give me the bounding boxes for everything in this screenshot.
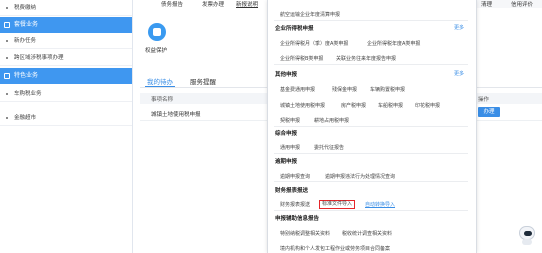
menu-section-title: 综合申报: [275, 131, 298, 137]
tab-divider: [140, 87, 267, 88]
menu-section-title: 申报辅助信息报告: [275, 216, 320, 222]
bullet-icon: [6, 40, 8, 42]
menu-item[interactable]: 企业所得税月（季）度A类申报: [280, 40, 348, 47]
grid-icon: [4, 22, 10, 28]
menu-item[interactable]: 通用申报: [280, 144, 300, 151]
sidebar-item-label: 车购税业务: [14, 91, 42, 97]
menu-divider: [274, 153, 468, 154]
sidebar-item-label: 跨区域涉税事项办理: [14, 55, 64, 61]
table-row-divider: [140, 120, 267, 121]
menu-item[interactable]: 企业所得税年度A类申报: [367, 40, 420, 47]
menu-item[interactable]: 残保金申报: [332, 86, 357, 93]
menu-section-title: 逾期申报: [275, 159, 298, 165]
robot-face: [524, 231, 532, 236]
sidebar: 税费缴纳 套餐业务 新办任务 跨区域涉税事项办理 特色业务 车购税业务 金融超市: [0, 0, 133, 253]
menu-item-standard-file-import[interactable]: 标准文件导入: [319, 200, 356, 209]
robot-body: [522, 239, 532, 245]
menu-divider: [274, 210, 468, 211]
tab-divider: [475, 87, 542, 88]
menu-section-title: 企业所得税申报: [275, 26, 314, 32]
sidebar-item-cross-region[interactable]: 跨区域涉税事项办理: [0, 50, 132, 66]
menu-item[interactable]: 印花税申报: [415, 102, 440, 109]
menu-section-title: 财务报表报送: [275, 188, 309, 194]
menu-item[interactable]: 税收统计调查相关资料: [342, 230, 392, 237]
column-header-name: 事项名称: [151, 97, 174, 103]
menu-item[interactable]: 关联业务往来年度报告申报: [336, 55, 396, 62]
top-link-credit[interactable]: 信用评价: [511, 0, 533, 8]
sidebar-item-label: 税费缴纳: [14, 5, 37, 11]
top-tab-invoice[interactable]: 发票办理: [202, 0, 224, 8]
sidebar-group-label: 套餐业务: [14, 21, 39, 28]
menu-item-auto-convert-import[interactable]: 自动转换导入: [365, 201, 395, 208]
menu-item[interactable]: 城镇土地使用税申报: [280, 102, 325, 109]
menu-more-link[interactable]: 更多: [454, 70, 464, 77]
service-card-label[interactable]: 权益保护: [145, 46, 167, 54]
menu-divider: [274, 64, 468, 65]
table-row-divider: [475, 120, 542, 121]
grid-icon: [4, 73, 10, 79]
sidebar-item-tax-payment[interactable]: 税费缴纳: [0, 0, 132, 16]
filing-menu-panel: 航空运输企业年度清算申报 企业所得税申报 更多 企业所得税月（季）度A类申报 企…: [267, 0, 477, 253]
menu-divider: [274, 126, 468, 127]
menu-divider: [274, 20, 468, 21]
menu-item[interactable]: 逾期申报违法行为处理情况查询: [325, 173, 395, 180]
sidebar-group-package[interactable]: 套餐业务: [0, 17, 132, 33]
menu-item[interactable]: 房产税申报: [341, 102, 366, 109]
menu-item[interactable]: 车船税申报: [378, 102, 403, 109]
sidebar-item-finance-market[interactable]: 金融超市: [0, 110, 132, 126]
menu-item[interactable]: 基金费通用申报: [280, 86, 315, 93]
shield-icon[interactable]: [148, 23, 166, 41]
column-header-action: 操作: [478, 97, 490, 103]
tab-service-reminder[interactable]: 服务提醒: [190, 76, 216, 86]
menu-item[interactable]: 企业所得税B类申报: [280, 55, 323, 62]
sidebar-item-label: 金融超市: [14, 115, 37, 121]
menu-item[interactable]: 逾期申报查询: [280, 173, 310, 180]
bullet-icon: [6, 57, 8, 59]
assistant-robot-icon[interactable]: [518, 226, 536, 246]
top-tab-debt-report[interactable]: 债务报告: [161, 0, 183, 8]
menu-divider: [274, 181, 468, 182]
bullet-icon: [6, 7, 8, 9]
table-cell-name: 城镇土地使用税申报: [151, 112, 201, 118]
bullet-icon: [6, 93, 8, 95]
menu-more-link[interactable]: 更多: [454, 24, 464, 31]
top-link-cleanup[interactable]: 清理: [481, 0, 492, 8]
tab-my-todo[interactable]: 我的待办: [147, 76, 173, 86]
top-tab-filing-notes[interactable]: 新报说明: [236, 0, 258, 8]
menu-item[interactable]: 委托代征报告: [314, 144, 344, 151]
menu-section-title: 其他申报: [275, 72, 298, 78]
menu-item[interactable]: 财务报表报送: [280, 201, 310, 208]
handle-button[interactable]: 办理: [478, 107, 500, 117]
sidebar-item-vehicle-tax[interactable]: 车购税业务: [0, 86, 132, 102]
menu-item[interactable]: 境内机构和个人发包工程作业或劳务项目合同备案: [280, 245, 390, 252]
menu-item[interactable]: 特别纳税调整相关资料: [280, 230, 330, 237]
menu-item[interactable]: 车辆购置税申报: [370, 86, 405, 93]
sidebar-group-label: 特色业务: [14, 72, 39, 79]
bullet-icon: [6, 117, 8, 119]
sidebar-item-new-task[interactable]: 新办任务: [0, 33, 132, 49]
sidebar-item-label: 新办任务: [14, 38, 37, 44]
robot-head: [519, 226, 535, 240]
menu-item-aviation-settlement[interactable]: 航空运输企业年度清算申报: [280, 11, 340, 18]
sidebar-group-special[interactable]: 特色业务: [0, 68, 132, 84]
menu-item[interactable]: 耕地占用税申报: [314, 117, 349, 124]
menu-item[interactable]: 契税申报: [280, 117, 300, 124]
